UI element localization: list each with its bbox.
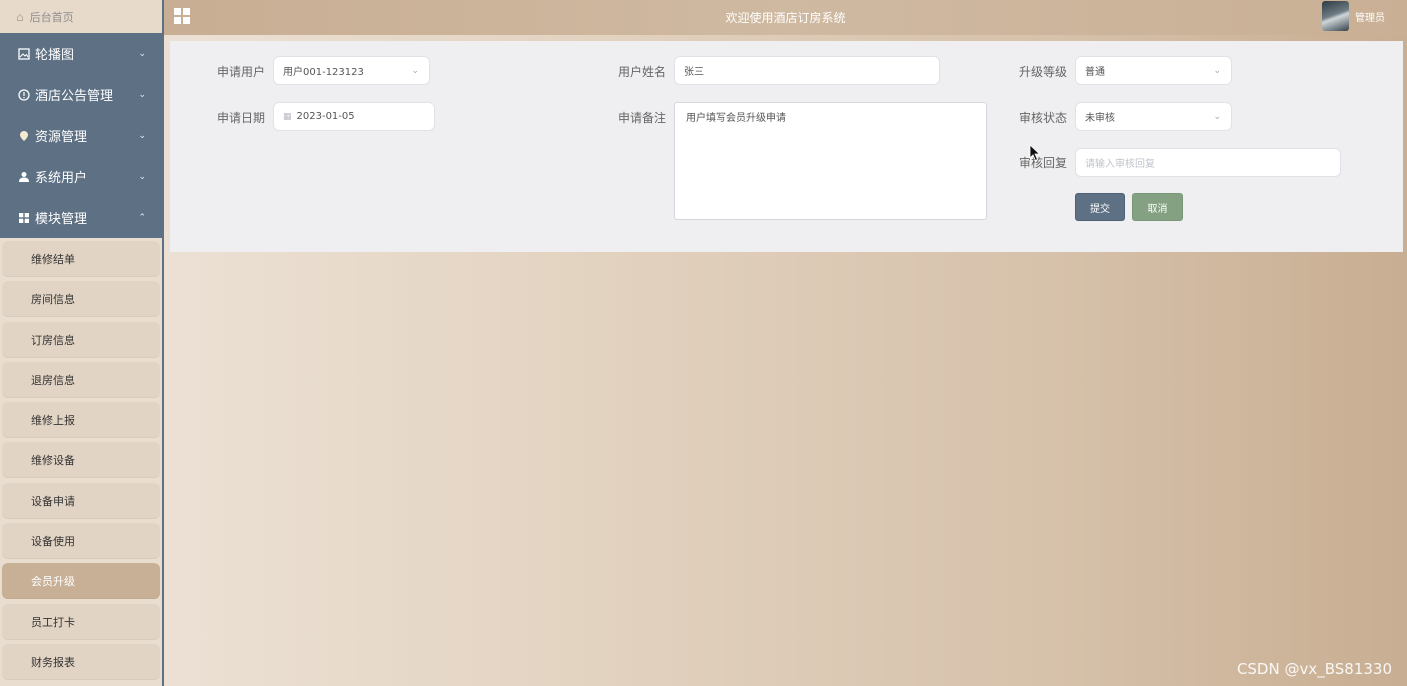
apply-note-label: 申请备注 [618,111,667,125]
submenu-item[interactable]: 设备使用 [2,523,160,560]
chevron-down-icon: ⌄ [138,171,146,182]
apply-date-value: 2023-01-05 [296,111,355,122]
submenu-item[interactable]: 维修上报 [2,402,160,439]
apply-date-label: 申请日期 [217,111,266,125]
review-reply-field[interactable]: 请输入审核回复 [1075,148,1341,177]
submenu-item[interactable]: 财务报表 [2,643,160,680]
apply-user-value: 用户001-123123 [283,67,364,78]
sidebar-item-resources[interactable]: 资源管理 ⌄ [0,115,162,156]
sidebar-item-label: 资源管理 [35,130,88,145]
sidebar-item-modules[interactable]: 模块管理 ⌃ [0,197,162,238]
upgrade-level-label: 升级等级 [1019,65,1068,79]
cancel-button[interactable]: 取消 [1132,193,1183,221]
apply-user-select[interactable]: 用户001-123123 ⌄ [273,56,430,85]
info-circle-icon [16,88,32,101]
location-pin-icon [16,130,32,142]
apply-date-picker[interactable]: ▦ 2023-01-05 [273,102,435,131]
member-upgrade-form: 申请用户 用户001-123123 ⌄ 用户姓名 张三 升级等级 普通 ⌄ 申请… [170,41,1403,252]
submit-button[interactable]: 提交 [1075,193,1125,221]
calendar-icon: ▦ [283,111,292,122]
submenu-item[interactable]: 设备申请 [2,482,160,519]
user-name-label: 用户姓名 [618,65,667,79]
sidebar-item-label: 轮播图 [35,48,75,63]
review-reply-label: 审核回复 [1019,156,1068,170]
submenu-item[interactable]: 订房信息 [2,321,160,358]
chevron-up-icon: ⌃ [138,212,146,223]
upgrade-level-value: 普通 [1085,67,1105,78]
upgrade-level-select[interactable]: 普通 ⌄ [1075,56,1232,85]
home-icon: ⌂ [16,9,24,24]
submenu-item[interactable]: 维修设备 [2,442,160,479]
sidebar-home[interactable]: ⌂ 后台首页 [0,0,162,33]
sidebar-item-notice[interactable]: 酒店公告管理 ⌄ [0,74,162,115]
review-status-select[interactable]: 未审核 ⌄ [1075,102,1232,131]
image-icon [16,47,32,60]
review-status-label: 审核状态 [1019,111,1068,125]
sidebar-menu: 轮播图 ⌄ 酒店公告管理 ⌄ 资源管理 ⌄ 系统用户 ⌄ 模块管理 ⌃ [0,33,162,238]
review-status-value: 未审核 [1085,113,1115,124]
sidebar-item-label: 模块管理 [35,212,88,227]
sidebar-item-label: 酒店公告管理 [35,89,114,104]
user-icon [16,171,32,183]
submenu-item-active[interactable]: 会员升级 [2,563,160,600]
grid-icon [16,212,32,224]
apply-user-label: 申请用户 [217,65,266,79]
user-name-field[interactable]: 张三 [674,56,940,85]
chevron-down-icon: ⌄ [1213,111,1221,122]
submenu-item[interactable]: 员工打卡 [2,603,160,640]
chevron-down-icon: ⌄ [411,65,419,76]
header-title: 欢迎使用酒店订房系统 [725,11,846,25]
chevron-down-icon: ⌄ [138,48,146,59]
mouse-cursor-icon [1029,144,1041,162]
sidebar: ⌂ 后台首页 轮播图 ⌄ 酒店公告管理 ⌄ 资源管理 ⌄ 系统用户 ⌄ 模块管理… [0,0,164,686]
top-header: 欢迎使用酒店订房系统 管理员 [164,0,1407,35]
watermark: CSDN @vx_BS81330 [1236,660,1392,678]
submenu-item[interactable]: 退房信息 [2,361,160,398]
submenu-item[interactable]: 维修结单 [2,241,160,277]
apply-note-value: 用户填写会员升级申请 [686,113,786,124]
user-menu[interactable]: 管理员 [1322,1,1385,31]
sidebar-home-label: 后台首页 [29,10,74,24]
sidebar-item-label: 系统用户 [35,171,88,186]
user-name: 管理员 [1355,12,1385,24]
user-name-value: 张三 [684,67,704,78]
apply-note-textarea[interactable]: 用户填写会员升级申请 [674,102,987,220]
sidebar-item-system-users[interactable]: 系统用户 ⌄ [0,156,162,197]
chevron-down-icon: ⌄ [1213,65,1221,76]
sidebar-item-carousel[interactable]: 轮播图 ⌄ [0,33,162,74]
chevron-down-icon: ⌄ [138,89,146,100]
chevron-down-icon: ⌄ [138,130,146,141]
submenu-item[interactable]: 房间信息 [2,281,160,318]
review-reply-placeholder: 请输入审核回复 [1085,159,1155,170]
submenu: 维修结单 房间信息 订房信息 退房信息 维修上报 维修设备 设备申请 设备使用 … [0,238,162,680]
avatar[interactable] [1322,1,1349,31]
